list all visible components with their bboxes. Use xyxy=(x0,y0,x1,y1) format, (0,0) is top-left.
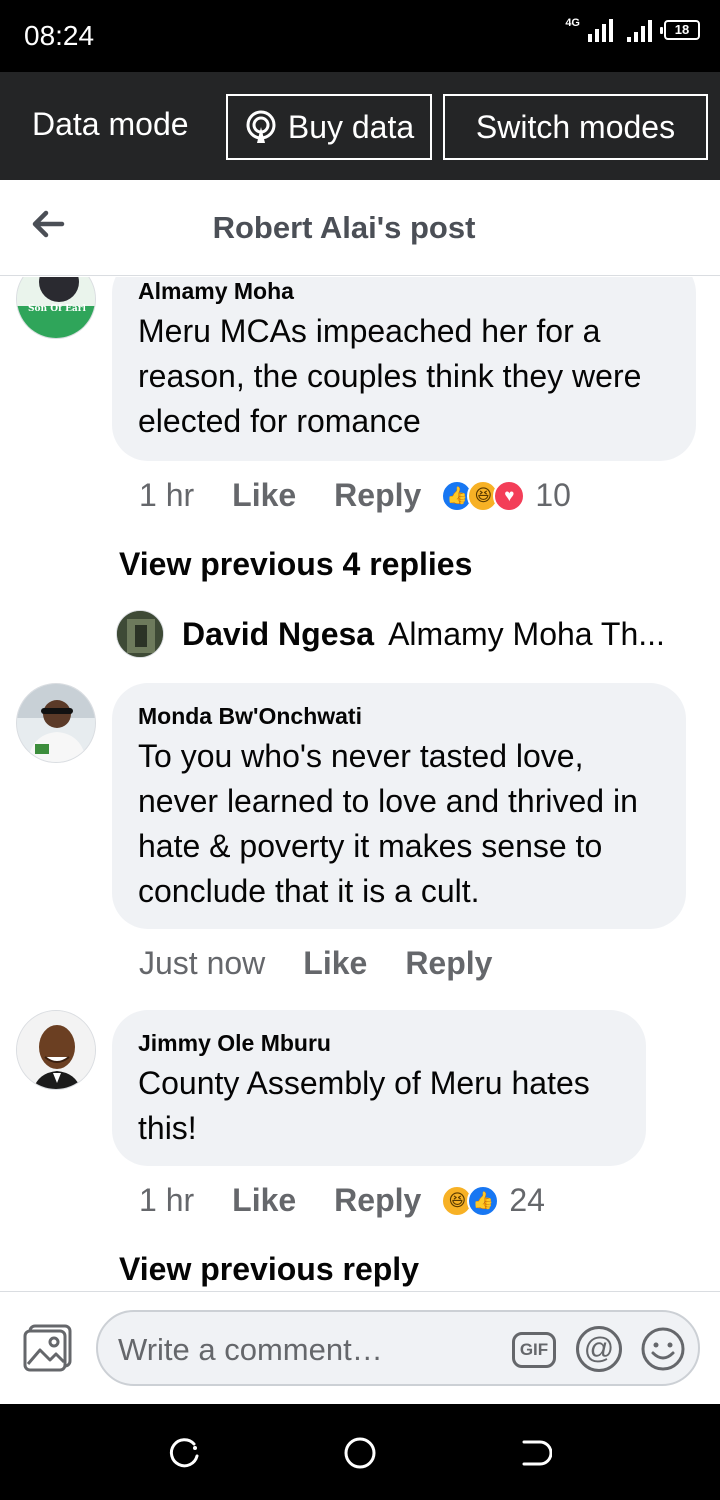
avatar-image xyxy=(17,684,95,762)
buy-data-button[interactable]: Buy data xyxy=(226,94,432,160)
comment-time[interactable]: 1 hr xyxy=(139,1182,194,1219)
comment-actions: Just now Like Reply xyxy=(139,945,530,982)
signal-icon xyxy=(588,18,613,42)
love-reaction-icon: ♥ xyxy=(493,479,526,512)
avatar-badge-text: Son Of Earl xyxy=(28,304,86,314)
avatar-image xyxy=(17,1011,95,1089)
reaction-count: 10 xyxy=(535,477,571,513)
gif-icon[interactable]: GIF xyxy=(512,1332,556,1368)
avatar-image xyxy=(117,611,163,657)
like-button[interactable]: Like xyxy=(232,1182,296,1219)
comment-line: never learned to love and thrived in xyxy=(138,783,638,819)
comment-input-placeholder: Write a comment… xyxy=(118,1332,383,1367)
reply-button[interactable]: Reply xyxy=(334,1182,421,1219)
data-mode-bar: Data mode Buy data Switch modes xyxy=(0,72,720,180)
status-icons: 4G 18 xyxy=(565,18,700,42)
like-button[interactable]: Like xyxy=(303,945,367,982)
reaction-summary[interactable]: 👍 😆 ♥ 10 xyxy=(441,477,571,514)
reaction-summary[interactable]: 😆 👍 24 xyxy=(441,1182,545,1219)
comment-line: reason, the couples think they were xyxy=(138,358,642,394)
reply-button[interactable]: Reply xyxy=(405,945,492,982)
system-nav-bar xyxy=(0,1404,720,1500)
comment-author[interactable]: Jimmy Ole Mburu xyxy=(138,1030,620,1057)
comment-input[interactable]: Write a comment… GIF @ xyxy=(96,1310,700,1386)
view-previous-replies-link[interactable]: View previous 4 replies xyxy=(119,546,472,583)
avatar[interactable] xyxy=(116,610,164,658)
home-icon[interactable] xyxy=(343,1436,377,1470)
signal-2-icon xyxy=(627,18,652,42)
page-title: Robert Alai's post xyxy=(212,210,476,245)
comment-time[interactable]: 1 hr xyxy=(139,477,194,514)
avatar[interactable] xyxy=(16,1010,96,1090)
comment-text: To you who's never tasted love, never le… xyxy=(138,734,660,914)
comment-line: elected for romance xyxy=(138,403,421,439)
comment-line: this! xyxy=(138,1110,197,1146)
comment-line: County Assembly of Meru hates xyxy=(138,1065,590,1101)
like-button[interactable]: Like xyxy=(232,477,296,514)
comment-bubble[interactable]: Almamy Moha Meru MCAs impeached her for … xyxy=(112,277,696,461)
back-nav-icon[interactable] xyxy=(518,1436,552,1470)
status-time: 08:24 xyxy=(24,20,95,51)
comment-line: To you who's never tasted love, xyxy=(138,738,584,774)
reply-button[interactable]: Reply xyxy=(334,477,421,514)
reply-preview[interactable]: David Ngesa Almamy Moha Th... xyxy=(116,610,665,658)
like-reaction-icon: 👍 xyxy=(467,1184,500,1217)
status-bar: 08:24 4G 18 xyxy=(0,0,720,72)
comment-bubble[interactable]: Jimmy Ole Mburu County Assembly of Meru … xyxy=(112,1010,646,1166)
reaction-count: 24 xyxy=(509,1182,545,1218)
comment-time[interactable]: Just now xyxy=(139,945,265,982)
comment-line: hate & poverty it makes sense to xyxy=(138,828,603,864)
comment-line: Meru MCAs impeached her for a xyxy=(138,313,601,349)
reply-author[interactable]: David Ngesa xyxy=(182,616,374,653)
avatar[interactable]: Son Of Earl xyxy=(16,277,96,339)
post-header: Robert Alai's post xyxy=(0,180,720,276)
comment-actions: 1 hr Like Reply 👍 😆 ♥ 10 xyxy=(139,477,571,514)
comment-bubble[interactable]: Monda Bw'Onchwati To you who's never tas… xyxy=(112,683,686,929)
reply-text: Almamy Moha Th... xyxy=(388,615,665,652)
hotspot-icon xyxy=(246,110,276,143)
network-type-label: 4G xyxy=(565,17,580,29)
data-mode-label: Data mode xyxy=(32,106,189,142)
mention-icon[interactable]: @ xyxy=(576,1326,622,1372)
comment-actions: 1 hr Like Reply 😆 👍 24 xyxy=(139,1182,545,1219)
comment-author[interactable]: Almamy Moha xyxy=(138,278,670,305)
comment-text: County Assembly of Meru hates this! xyxy=(138,1061,620,1151)
comment-line: conclude that it is a cult. xyxy=(138,873,480,909)
battery-icon: 18 xyxy=(660,20,700,40)
comments-feed[interactable]: Son Of Earl Almamy Moha Meru MCAs impeac… xyxy=(0,277,720,1291)
comment-composer: Write a comment… GIF @ xyxy=(0,1291,720,1404)
emoji-icon[interactable] xyxy=(640,1326,686,1372)
buy-data-label: Buy data xyxy=(287,108,415,145)
photo-icon[interactable] xyxy=(22,1324,74,1372)
recent-apps-icon[interactable] xyxy=(168,1436,202,1470)
switch-modes-button[interactable]: Switch modes xyxy=(443,94,708,160)
switch-modes-label: Switch modes xyxy=(475,108,676,145)
comment-author[interactable]: Monda Bw'Onchwati xyxy=(138,703,660,730)
comment-text: Meru MCAs impeached her for a reason, th… xyxy=(138,309,670,444)
avatar[interactable] xyxy=(16,683,96,763)
view-previous-reply-link[interactable]: View previous reply xyxy=(119,1251,419,1288)
